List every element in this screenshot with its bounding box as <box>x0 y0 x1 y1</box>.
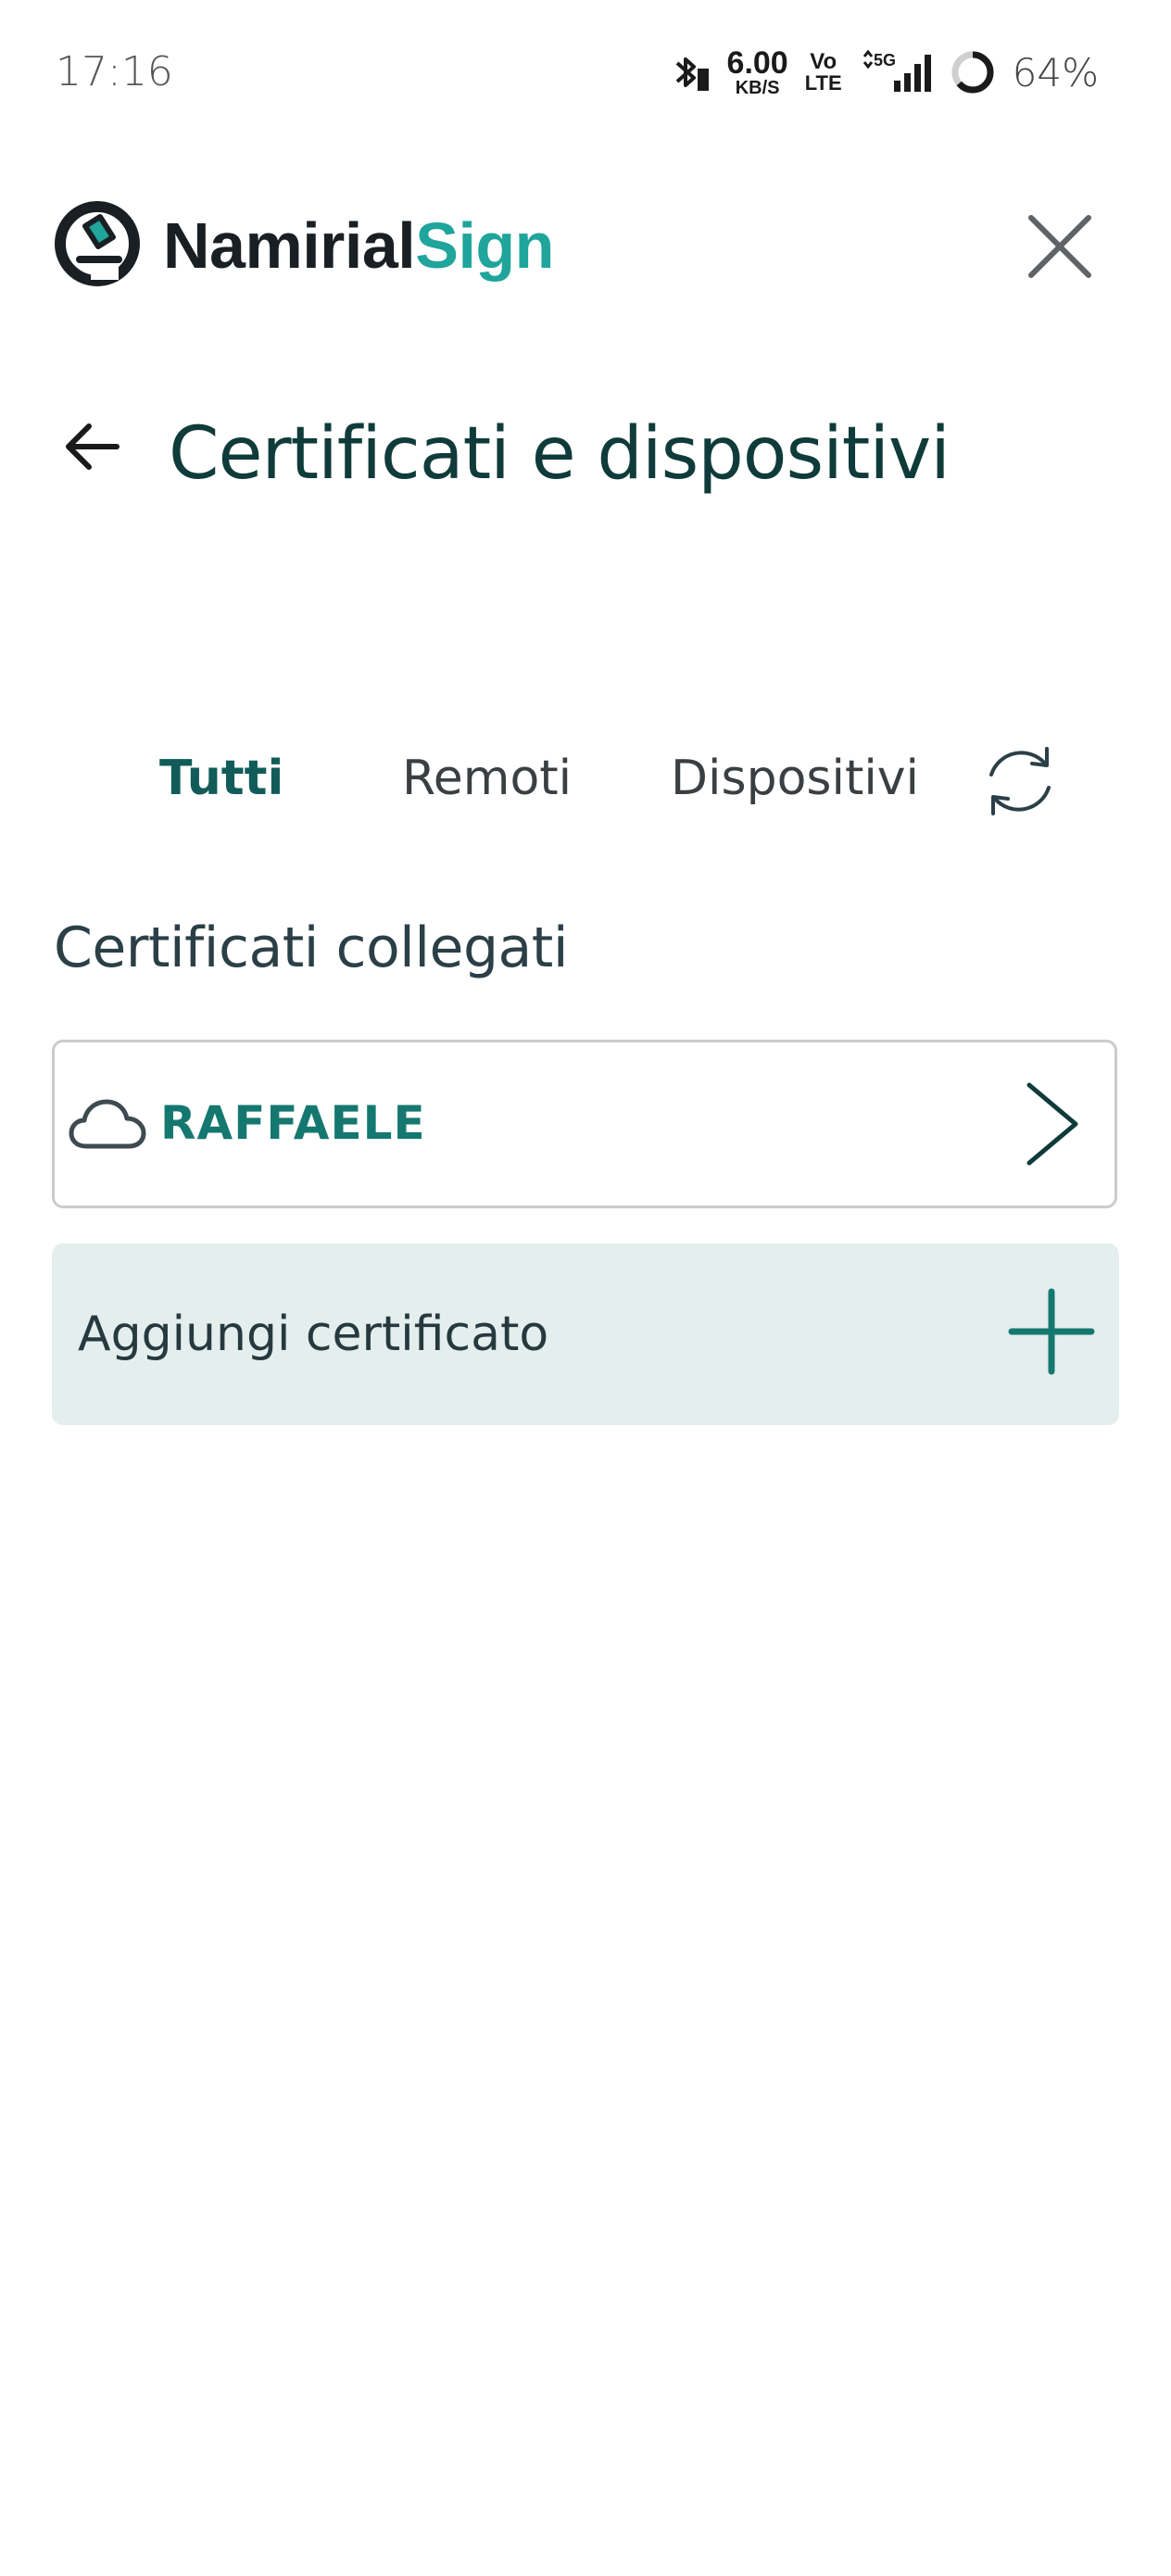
status-icons: 6.00 KB/S Vo LTE 5G 64% <box>670 37 1099 107</box>
brand-wordmark: NamirialSign <box>163 208 554 283</box>
add-certificate-label: Aggiungi certificato <box>78 1307 549 1362</box>
back-button[interactable] <box>54 408 132 486</box>
network-speed: 6.00 KB/S <box>727 47 788 97</box>
status-time: 17:16 <box>56 48 173 95</box>
namirial-logo-icon <box>52 198 143 294</box>
add-certificate-button[interactable]: Aggiungi certificato <box>52 1244 1119 1425</box>
battery-ring-icon <box>950 49 996 95</box>
certificate-item[interactable]: RAFFAELE <box>52 1040 1117 1208</box>
certificate-name: RAFFAELE <box>160 1096 426 1150</box>
plus-icon <box>1008 1288 1095 1375</box>
brand-logo: NamirialSign <box>52 195 554 297</box>
network-speed-unit: KB/S <box>735 78 780 98</box>
refresh-button[interactable] <box>976 738 1064 825</box>
bluetooth-icon <box>670 50 711 95</box>
tab-devices[interactable]: Dispositivi <box>671 741 919 815</box>
volte-indicator: Vo LTE <box>805 51 842 94</box>
close-icon <box>1028 215 1091 278</box>
network-type-label: 5G <box>874 51 896 69</box>
brand-name-part1: Namirial <box>163 209 416 282</box>
volte-bottom: LTE <box>804 71 842 95</box>
signal-5g-icon: 5G <box>859 49 933 95</box>
close-button[interactable] <box>1019 206 1101 287</box>
page-title: Certificati e dispositivi <box>169 412 951 496</box>
network-speed-value: 6.00 <box>726 45 788 81</box>
chevron-right-icon <box>1026 1082 1078 1166</box>
volte-top: Vo <box>810 49 837 74</box>
arrow-left-icon <box>66 423 120 470</box>
battery-percent: 64% <box>1012 49 1099 95</box>
cloud-icon <box>69 1099 146 1149</box>
tab-remote[interactable]: Remoti <box>402 741 572 815</box>
brand-name-part2: Sign <box>415 209 554 282</box>
section-title: Certificati collegati <box>54 915 569 980</box>
tab-all[interactable]: Tutti <box>159 741 283 815</box>
refresh-icon <box>989 747 1051 815</box>
